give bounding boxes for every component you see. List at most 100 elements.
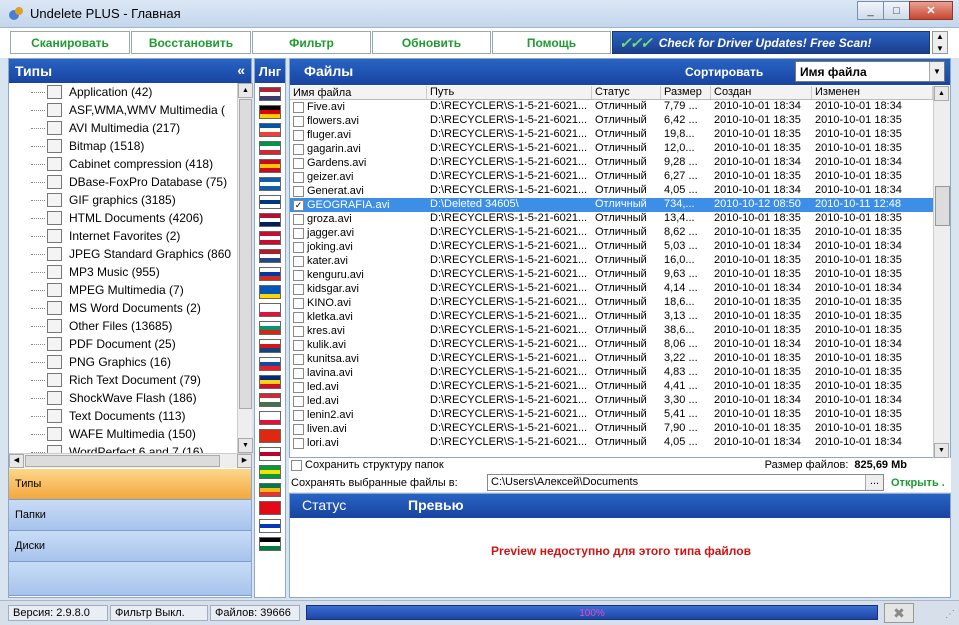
- resize-grip-icon[interactable]: ⋰: [945, 609, 955, 620]
- scan-button[interactable]: Сканировать: [10, 31, 130, 54]
- flag-es-icon[interactable]: [259, 159, 281, 173]
- scroll-up-icon[interactable]: ▲: [238, 83, 253, 98]
- nav-tab-drives[interactable]: Диски: [9, 531, 251, 562]
- flag-ro-icon[interactable]: [259, 375, 281, 389]
- maximize-button[interactable]: □: [883, 1, 910, 20]
- refresh-button[interactable]: Обновить: [372, 31, 491, 54]
- type-item[interactable]: AVI Multimedia (217): [9, 119, 237, 137]
- row-checkbox[interactable]: [293, 423, 304, 435]
- flag-fi-icon[interactable]: [259, 195, 281, 209]
- type-item[interactable]: Text Documents (113): [9, 407, 237, 425]
- table-row[interactable]: kres.avi D:\RECYCLER\S-1-5-21-6021... Отли…: [290, 324, 933, 338]
- flag-dk-icon[interactable]: [259, 231, 281, 245]
- type-item[interactable]: PDF Document (25): [9, 335, 237, 353]
- row-checkbox[interactable]: [293, 353, 304, 365]
- row-checkbox[interactable]: [293, 297, 304, 309]
- flag-ua-icon[interactable]: [259, 285, 281, 299]
- table-row[interactable]: jagger.avi D:\RECYCLER\S-1-5-21-6021... От…: [290, 226, 933, 240]
- flag-sk-icon[interactable]: [259, 357, 281, 371]
- filter-button[interactable]: Фильтр: [252, 31, 371, 54]
- table-row[interactable]: joking.avi D:\RECYCLER\S-1-5-21-6021... От…: [290, 240, 933, 254]
- flag-ru-icon[interactable]: [259, 267, 281, 281]
- flag-pl2-icon[interactable]: [259, 411, 281, 425]
- nav-tab-types[interactable]: Типы: [9, 469, 251, 500]
- type-item[interactable]: Rich Text Document (79): [9, 371, 237, 389]
- minimize-button[interactable]: _: [857, 1, 884, 20]
- type-item[interactable]: ASF,WMA,WMV Multimedia (: [9, 101, 237, 119]
- table-row[interactable]: led.avi D:\RECYCLER\S-1-5-21-6021... Отлич…: [290, 394, 933, 408]
- row-checkbox[interactable]: [293, 339, 304, 351]
- tab-status[interactable]: Статус: [302, 497, 346, 513]
- row-checkbox[interactable]: [293, 157, 304, 169]
- flag-pl-icon[interactable]: [259, 303, 281, 317]
- table-row[interactable]: Generat.avi D:\RECYCLER\S-1-5-21-6021... О…: [290, 184, 933, 198]
- flag-gr-icon[interactable]: [259, 177, 281, 191]
- row-checkbox[interactable]: [293, 325, 304, 337]
- table-row[interactable]: Five.avi D:\RECYCLER\S-1-5-21-6021... Отли…: [290, 100, 933, 114]
- row-checkbox[interactable]: [293, 381, 304, 393]
- flag-il-icon[interactable]: [259, 519, 281, 533]
- open-link[interactable]: Открыть .: [891, 477, 945, 489]
- sort-select[interactable]: Имя файла ▼: [795, 61, 945, 82]
- table-row[interactable]: kater.avi D:\RECYCLER\S-1-5-21-6021... Отл…: [290, 254, 933, 268]
- row-checkbox[interactable]: [293, 115, 304, 127]
- row-checkbox[interactable]: [293, 283, 304, 295]
- scroll-thumb[interactable]: [239, 99, 252, 409]
- type-item[interactable]: MP3 Music (955): [9, 263, 237, 281]
- keep-structure-checkbox[interactable]: [291, 459, 302, 471]
- row-checkbox[interactable]: ✓: [293, 199, 304, 211]
- table-row[interactable]: gagarin.avi D:\RECYCLER\S-1-5-21-6021... О…: [290, 142, 933, 156]
- type-item[interactable]: GIF graphics (3185): [9, 191, 237, 209]
- row-checkbox[interactable]: [293, 185, 304, 197]
- type-item[interactable]: MS Word Documents (2): [9, 299, 237, 317]
- column-header-size[interactable]: Размер: [661, 86, 711, 99]
- flag-bg-icon[interactable]: [259, 321, 281, 335]
- close-button[interactable]: ✕: [909, 1, 953, 20]
- table-row[interactable]: fluger.avi D:\RECYCLER\S-1-5-21-6021... От…: [290, 128, 933, 142]
- table-row[interactable]: ✓ GEOGRAFIA.avi D:\Deleted 34605\ Отличный 7…: [290, 198, 933, 212]
- type-item[interactable]: Application (42): [9, 83, 237, 101]
- column-header-path[interactable]: Путь: [427, 86, 592, 99]
- type-item[interactable]: Bitmap (1518): [9, 137, 237, 155]
- flag-no-icon[interactable]: [259, 213, 281, 227]
- scroll-right-icon[interactable]: ▶: [237, 454, 252, 468]
- type-item[interactable]: HTML Documents (4206): [9, 209, 237, 227]
- help-button[interactable]: Помощь: [492, 31, 611, 54]
- browse-button[interactable]: ...: [865, 475, 883, 490]
- row-checkbox[interactable]: [293, 241, 304, 253]
- save-path-input[interactable]: C:\Users\Алексей\Documents ...: [487, 474, 884, 491]
- row-checkbox[interactable]: [293, 367, 304, 379]
- column-header-status[interactable]: Статус: [592, 86, 661, 99]
- table-row[interactable]: kulik.avi D:\RECYCLER\S-1-5-21-6021... Отл…: [290, 338, 933, 352]
- row-checkbox[interactable]: [293, 269, 304, 281]
- chevron-down-icon[interactable]: ▼: [929, 62, 944, 81]
- collapse-icon[interactable]: «: [237, 62, 245, 78]
- scroll-thumb-horizontal[interactable]: [25, 455, 220, 467]
- scroll-down-icon[interactable]: ▼: [934, 443, 949, 458]
- row-checkbox[interactable]: [293, 143, 304, 155]
- driver-update-banner[interactable]: ✓✓✓ Check for Driver Updates! Free Scan!: [612, 31, 930, 54]
- table-row[interactable]: groza.avi D:\RECYCLER\S-1-5-21-6021... Отл…: [290, 212, 933, 226]
- scroll-left-icon[interactable]: ◀: [9, 454, 24, 468]
- row-checkbox[interactable]: [293, 311, 304, 323]
- table-row[interactable]: lenin2.avi D:\RECYCLER\S-1-5-21-6021... От…: [290, 408, 933, 422]
- type-item[interactable]: ShockWave Flash (186): [9, 389, 237, 407]
- table-row[interactable]: kunitsa.avi D:\RECYCLER\S-1-5-21-6021... О…: [290, 352, 933, 366]
- tab-preview[interactable]: Превью: [408, 497, 464, 513]
- scroll-up-icon[interactable]: ▲: [934, 86, 949, 101]
- flag-za-icon[interactable]: [259, 483, 281, 497]
- flag-de-icon[interactable]: [259, 105, 281, 119]
- flag-cz-icon[interactable]: [259, 339, 281, 353]
- flag-jp-icon[interactable]: [259, 447, 281, 461]
- type-item[interactable]: Cabinet compression (418): [9, 155, 237, 173]
- restore-button[interactable]: Восстановить: [131, 31, 251, 54]
- type-item[interactable]: MPEG Multimedia (7): [9, 281, 237, 299]
- table-row[interactable]: geizer.avi D:\RECYCLER\S-1-5-21-6021... От…: [290, 170, 933, 184]
- scroll-thumb[interactable]: [935, 186, 950, 226]
- type-item[interactable]: JPEG Standard Graphics (860: [9, 245, 237, 263]
- flag-hu-icon[interactable]: [259, 393, 281, 407]
- type-item[interactable]: Internet Favorites (2): [9, 227, 237, 245]
- row-checkbox[interactable]: [293, 409, 304, 421]
- stop-icon[interactable]: ✖: [884, 603, 914, 623]
- flag-nl-icon[interactable]: [259, 249, 281, 263]
